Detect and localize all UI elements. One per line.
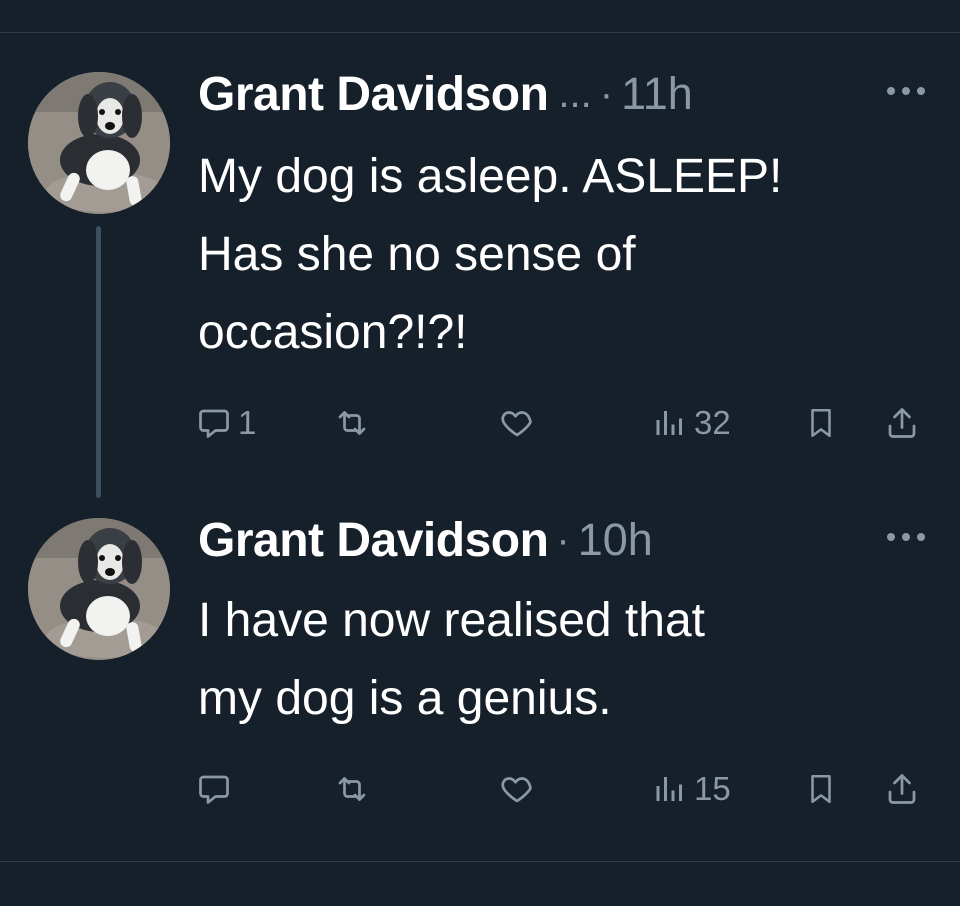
tweet-header: Grant Davidson ... · 11h <box>198 64 693 124</box>
bottom-divider <box>0 861 960 862</box>
reply-icon <box>196 771 232 807</box>
reply-button[interactable]: 1 <box>196 398 256 448</box>
thread-connector-line <box>96 226 101 498</box>
tweet-text-line: my dog is a genius. <box>198 672 612 725</box>
separator-dot: · <box>599 71 614 116</box>
avatar[interactable] <box>28 72 170 214</box>
more-icon[interactable] <box>882 524 930 550</box>
like-button[interactable] <box>498 764 542 814</box>
more-icon[interactable] <box>882 78 930 104</box>
views-button[interactable]: 32 <box>652 398 731 448</box>
heart-icon <box>498 771 536 807</box>
views-icon <box>652 771 688 807</box>
retweet-button[interactable] <box>334 398 376 448</box>
handle-truncated[interactable]: ... <box>558 72 591 117</box>
bookmark-icon <box>804 405 838 441</box>
bookmark-button[interactable] <box>804 764 838 814</box>
tweet-text-line: Has she no sense of <box>198 228 636 281</box>
reply-button[interactable] <box>196 764 238 814</box>
separator-dot: · <box>556 517 570 562</box>
tweet-text-line: I have now realised that <box>198 594 705 647</box>
like-button[interactable] <box>498 398 542 448</box>
views-count: 32 <box>694 404 731 441</box>
tweet-actions: 15 <box>0 764 960 814</box>
tweet-text-line: occasion?!?! <box>198 306 468 359</box>
tweet-header: Grant Davidson · 10h <box>198 510 653 570</box>
reply-icon <box>196 405 232 441</box>
views-button[interactable]: 15 <box>652 764 731 814</box>
avatar[interactable] <box>28 518 170 660</box>
tweet-text: I have now realised that my dog is a gen… <box>198 582 938 738</box>
views-count: 15 <box>694 770 731 807</box>
timestamp[interactable]: 11h <box>621 68 693 120</box>
share-icon <box>884 771 920 807</box>
timestamp[interactable]: 10h <box>578 514 653 566</box>
share-button[interactable] <box>884 764 920 814</box>
retweet-icon <box>334 771 370 807</box>
share-icon <box>884 405 920 441</box>
bookmark-icon <box>804 771 838 807</box>
retweet-icon <box>334 405 370 441</box>
tweet-text: My dog is asleep. ASLEEP! Has she no sen… <box>198 138 938 372</box>
heart-icon <box>498 405 536 441</box>
top-divider <box>0 32 960 33</box>
views-icon <box>652 405 688 441</box>
author-name[interactable]: Grant Davidson <box>198 67 549 122</box>
tweet-actions: 1 32 <box>0 398 960 448</box>
bookmark-button[interactable] <box>804 398 838 448</box>
tweet-text-line: My dog is asleep. ASLEEP! <box>198 150 783 203</box>
retweet-button[interactable] <box>334 764 376 814</box>
author-name[interactable]: Grant Davidson <box>198 513 549 568</box>
reply-count: 1 <box>238 404 257 441</box>
share-button[interactable] <box>884 398 920 448</box>
